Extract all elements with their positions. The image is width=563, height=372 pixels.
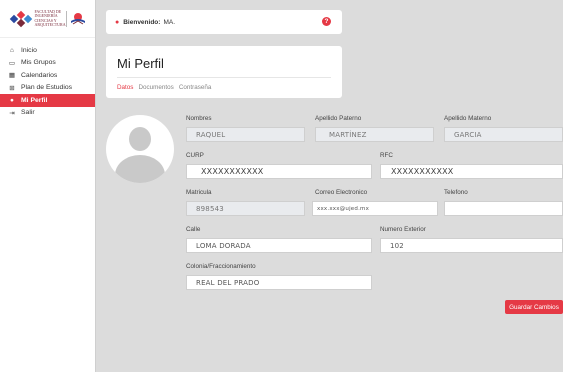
telefono-field[interactable] bbox=[444, 201, 563, 216]
avatar-body bbox=[115, 155, 165, 183]
nombres-label: Nombres bbox=[186, 115, 212, 122]
chalkboard-icon: ▭ bbox=[8, 59, 16, 67]
faculty-name-line: ARQUITECTURA bbox=[34, 22, 66, 27]
calendar-icon: ▦ bbox=[8, 72, 16, 80]
nombres-field[interactable]: RAQUEL bbox=[186, 127, 305, 142]
greeting-label: Bienvenido: bbox=[123, 18, 161, 26]
sidebar-item-label: Mis Grupos bbox=[21, 59, 56, 67]
profile-title-card: Mi Perfil Datos Documentos Contraseña bbox=[106, 46, 342, 98]
welcome-header: ● Bienvenido: MA. ? bbox=[106, 10, 342, 34]
help-icon[interactable]: ? bbox=[322, 17, 331, 26]
apellido-materno-field[interactable]: GARCIA bbox=[444, 127, 563, 142]
apellido-paterno-field[interactable]: MARTÍNEZ bbox=[315, 127, 434, 142]
sidebar-item-label: Calendarios bbox=[21, 71, 58, 79]
faculty-name: FACULTAD DE INGENIERÍA CIENCIAS Y ARQUIT… bbox=[34, 9, 66, 28]
telefono-label: Telefono bbox=[444, 189, 468, 196]
matricula-field[interactable]: 898543 bbox=[186, 201, 305, 216]
sidebar-item-label: Mi Perfil bbox=[21, 96, 48, 104]
title-divider bbox=[117, 77, 331, 78]
sidebar-item-salir[interactable]: ⇥ Salir bbox=[0, 107, 95, 120]
sidebar-item-plan-de-estudios[interactable]: ⊞ Plan de Estudios bbox=[0, 82, 95, 95]
numero-exterior-field[interactable]: 102 bbox=[380, 238, 563, 253]
matricula-label: Matricula bbox=[186, 189, 212, 196]
rfc-field[interactable]: XXXXXXXXXXX bbox=[380, 164, 563, 179]
numero-exterior-label: Numero Exterior bbox=[380, 226, 426, 233]
calle-field[interactable]: LOMA DORADA bbox=[186, 238, 372, 253]
curp-label: CURP bbox=[186, 152, 204, 159]
calle-label: Calle bbox=[186, 226, 201, 233]
home-icon: ⌂ bbox=[10, 46, 14, 54]
sidebar-item-inicio[interactable]: ⌂ Inicio bbox=[0, 44, 95, 57]
sidebar-item-mis-grupos[interactable]: ▭ Mis Grupos bbox=[0, 57, 95, 70]
rfc-label: RFC bbox=[380, 152, 393, 159]
avatar[interactable] bbox=[106, 115, 174, 183]
sidebar-item-mi-perfil[interactable]: ● Mi Perfil bbox=[0, 94, 95, 107]
book-open-icon: ⊞ bbox=[9, 84, 15, 92]
curp-field[interactable]: XXXXXXXXXXX bbox=[186, 164, 372, 179]
save-changes-button[interactable]: Guardar Cambios bbox=[505, 300, 563, 314]
page-title: Mi Perfil bbox=[117, 56, 164, 71]
sidebar: FACULTAD DE INGENIERÍA CIENCIAS Y ARQUIT… bbox=[0, 0, 96, 372]
faculty-logo[interactable]: FACULTAD DE INGENIERÍA CIENCIAS Y ARQUIT… bbox=[0, 0, 95, 38]
user-icon: ● bbox=[115, 18, 120, 26]
tab-contrasena[interactable]: Contraseña bbox=[179, 84, 212, 91]
user-name: MA. bbox=[163, 18, 175, 26]
sidebar-nav: ⌂ Inicio ▭ Mis Grupos ▦ Calendarios ⊞ Pl… bbox=[0, 44, 95, 119]
colonia-label: Colonia/Fraccionamiento bbox=[186, 263, 256, 270]
user-icon: ● bbox=[10, 96, 14, 104]
sidebar-item-label: Plan de Estudios bbox=[21, 84, 73, 92]
avatar-head bbox=[129, 127, 151, 151]
sidebar-item-label: Inicio bbox=[21, 46, 37, 54]
tab-documentos[interactable]: Documentos bbox=[138, 84, 173, 91]
apellido-materno-label: Apellido Materno bbox=[444, 115, 492, 122]
faculty-emblem-icon bbox=[9, 10, 32, 27]
tab-datos[interactable]: Datos bbox=[117, 84, 133, 91]
logo-divider bbox=[65, 10, 67, 27]
colonia-field[interactable]: REAL DEL PRADO bbox=[186, 275, 372, 290]
apellido-paterno-label: Apellido Paterno bbox=[315, 115, 362, 122]
sidebar-item-calendarios[interactable]: ▦ Calendarios bbox=[0, 69, 95, 82]
profile-tabs: Datos Documentos Contraseña bbox=[117, 84, 331, 91]
sign-out-icon: ⇥ bbox=[9, 109, 15, 117]
university-crest-icon bbox=[70, 12, 86, 26]
correo-label: Correo Electronico bbox=[315, 189, 368, 196]
sidebar-item-label: Salir bbox=[21, 109, 35, 117]
correo-field[interactable]: xxx.xxx@ujed.mx bbox=[312, 201, 438, 216]
